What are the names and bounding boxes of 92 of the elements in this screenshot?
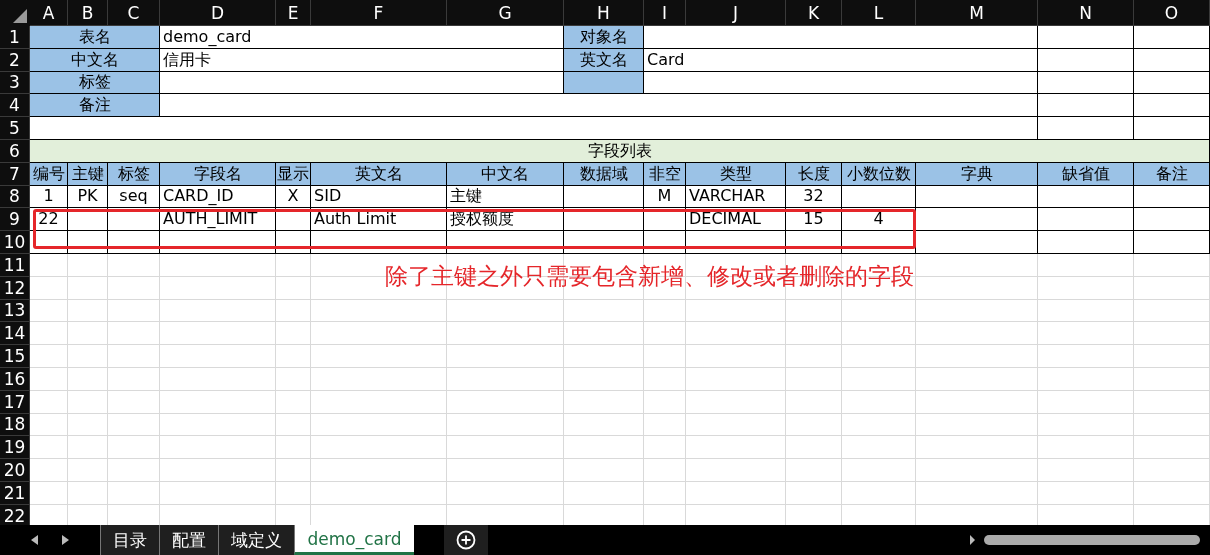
label-cell: 表名 [30, 26, 160, 49]
row-header[interactable]: 15 [0, 345, 30, 368]
row-header[interactable]: 2 [0, 48, 30, 72]
value-cell: 信用卡 [160, 48, 564, 72]
column-header-cell: 显示 [276, 162, 311, 186]
row-header[interactable]: 4 [0, 94, 30, 118]
horizontal-scrollbar[interactable] [970, 533, 1200, 547]
label-cell: 英文名 [564, 48, 644, 72]
label-cell: 备注 [30, 94, 160, 118]
column-header-cell: 编号 [30, 162, 68, 186]
column-header[interactable]: H [564, 0, 644, 26]
column-header[interactable]: O [1134, 0, 1210, 26]
table-cell: 授权额度 [447, 208, 564, 232]
column-header[interactable]: J [686, 0, 786, 26]
column-header[interactable]: I [644, 0, 686, 26]
row-header[interactable]: 1 [0, 26, 30, 49]
table-cell: seq [108, 185, 160, 209]
table-cell: SID [311, 185, 447, 209]
row-header[interactable]: 22 [0, 504, 30, 525]
sheet-tab[interactable]: 域定义 [218, 525, 294, 555]
row-header[interactable]: 16 [0, 367, 30, 391]
table-cell: X [276, 185, 311, 209]
scroll-right-icon[interactable] [61, 535, 69, 545]
row-header[interactable]: 7 [0, 162, 30, 186]
row-header[interactable]: 3 [0, 71, 30, 95]
row-header[interactable]: 17 [0, 390, 30, 414]
row-header[interactable]: 6 [0, 140, 30, 163]
table-cell: VARCHAR [686, 185, 786, 209]
add-sheet-button[interactable] [444, 525, 488, 555]
column-header-cell: 字典 [916, 162, 1038, 186]
column-header[interactable]: K [786, 0, 842, 26]
column-header[interactable]: L [842, 0, 916, 26]
table-cell: M [644, 185, 686, 209]
row-header[interactable]: 11 [0, 253, 30, 277]
row-header[interactable]: 10 [0, 231, 30, 254]
column-header[interactable]: A [30, 0, 68, 26]
table-cell: AUTH_LIMIT [160, 208, 276, 232]
table-cell: 32 [786, 185, 842, 209]
column-header[interactable]: N [1038, 0, 1134, 26]
row-header[interactable]: 13 [0, 299, 30, 323]
column-header-cell: 标签 [108, 162, 160, 186]
label-cell: 对象名 [564, 26, 644, 49]
column-header-cell: 非空 [644, 162, 686, 186]
column-header[interactable]: M [916, 0, 1038, 26]
table-cell: DECIMAL [686, 208, 786, 232]
column-header-cell: 主键 [68, 162, 108, 186]
column-header[interactable]: D [160, 0, 276, 26]
column-header[interactable]: G [447, 0, 564, 26]
scroll-left-icon[interactable] [31, 535, 39, 545]
table-cell: 1 [30, 185, 68, 209]
table-cell: PK [68, 185, 108, 209]
column-header-cell: 数据域 [564, 162, 644, 186]
table-cell [644, 208, 686, 232]
column-header[interactable]: F [311, 0, 447, 26]
table-cell [68, 208, 108, 232]
annotation-text: 除了主键之外只需要包含新增、修改或者删除的字段 [385, 264, 914, 290]
table-cell: 15 [786, 208, 842, 232]
column-header[interactable]: E [276, 0, 311, 26]
column-header-cell: 类型 [686, 162, 786, 186]
table-cell [276, 208, 311, 232]
column-header-cell: 缺省值 [1038, 162, 1134, 186]
row-header[interactable]: 9 [0, 208, 30, 232]
column-header-cell: 长度 [786, 162, 842, 186]
column-header-cell: 备注 [1134, 162, 1210, 186]
row-header[interactable]: 8 [0, 185, 30, 209]
label-cell: 中文名 [30, 48, 160, 72]
value-cell: Card [644, 48, 1038, 72]
column-header[interactable]: B [68, 0, 108, 26]
row-header[interactable]: 12 [0, 276, 30, 300]
table-cell: CARD_ID [160, 185, 276, 209]
table-cell [108, 208, 160, 232]
column-header[interactable]: C [108, 0, 160, 26]
column-header-cell: 英文名 [311, 162, 447, 186]
table-cell: 主键 [447, 185, 564, 209]
select-all-icon[interactable] [13, 9, 27, 23]
value-cell: demo_card [160, 26, 564, 49]
row-header[interactable]: 5 [0, 117, 30, 140]
column-header-cell: 小数位数 [842, 162, 916, 186]
row-header[interactable]: 14 [0, 322, 30, 346]
section-title: 字段列表 [30, 140, 1210, 163]
column-header-cell: 字段名 [160, 162, 276, 186]
row-header[interactable]: 18 [0, 413, 30, 437]
sheet-tab[interactable]: demo_card [294, 525, 414, 555]
row-header[interactable]: 20 [0, 459, 30, 482]
row-header[interactable]: 19 [0, 436, 30, 460]
plus-icon [456, 530, 476, 550]
sheet-tab[interactable]: 目录 [100, 525, 159, 555]
row-header[interactable]: 21 [0, 481, 30, 505]
column-header-cell: 中文名 [447, 162, 564, 186]
table-cell: Auth Limit [311, 208, 447, 232]
sheet-tab[interactable]: 配置 [159, 525, 218, 555]
label-cell: 标签 [30, 71, 160, 95]
